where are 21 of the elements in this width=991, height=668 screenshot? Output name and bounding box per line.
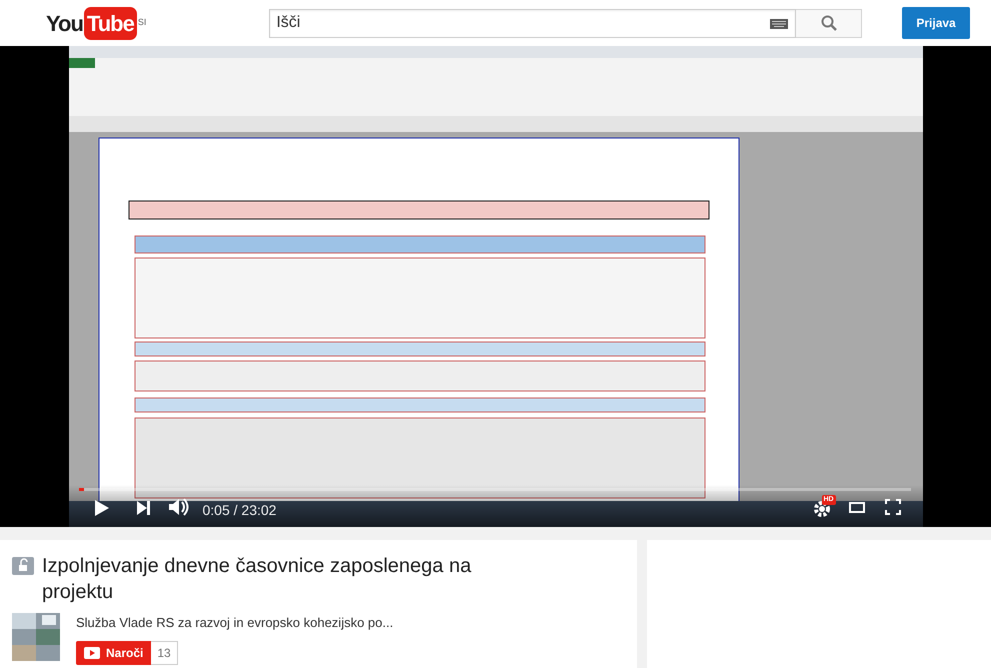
lock-icon — [12, 557, 34, 575]
fullscreen-icon[interactable] — [884, 499, 900, 515]
theater-mode-icon[interactable] — [848, 502, 864, 513]
channel-avatar[interactable] — [12, 613, 60, 661]
search-field[interactable]: Išči — [269, 8, 796, 38]
logo-text[interactable]: You — [46, 6, 83, 40]
time-display: 0:05 / 23:02 — [202, 501, 276, 520]
region-label: SI — [138, 16, 146, 28]
keyboard-icon[interactable] — [770, 18, 788, 28]
subscriber-count: 13 — [151, 640, 178, 664]
logo-text[interactable]: Tube — [84, 6, 137, 40]
play-icon — [84, 646, 100, 658]
channel-name[interactable]: Služba Vlade RS za razvoj in evropsko kohezijsko po... — [76, 613, 394, 632]
play-icon[interactable] — [94, 500, 108, 516]
sign-in-button[interactable]: Prijava — [902, 7, 970, 39]
search-icon — [820, 15, 837, 31]
subscribe-button[interactable]: Naroči — [76, 640, 152, 664]
video-title: Izpolnjevanje dnevne časovnice zaposlenega na projektu — [42, 554, 472, 605]
volume-icon[interactable] — [168, 498, 188, 516]
search-button[interactable] — [796, 8, 862, 38]
next-icon[interactable] — [136, 501, 150, 515]
